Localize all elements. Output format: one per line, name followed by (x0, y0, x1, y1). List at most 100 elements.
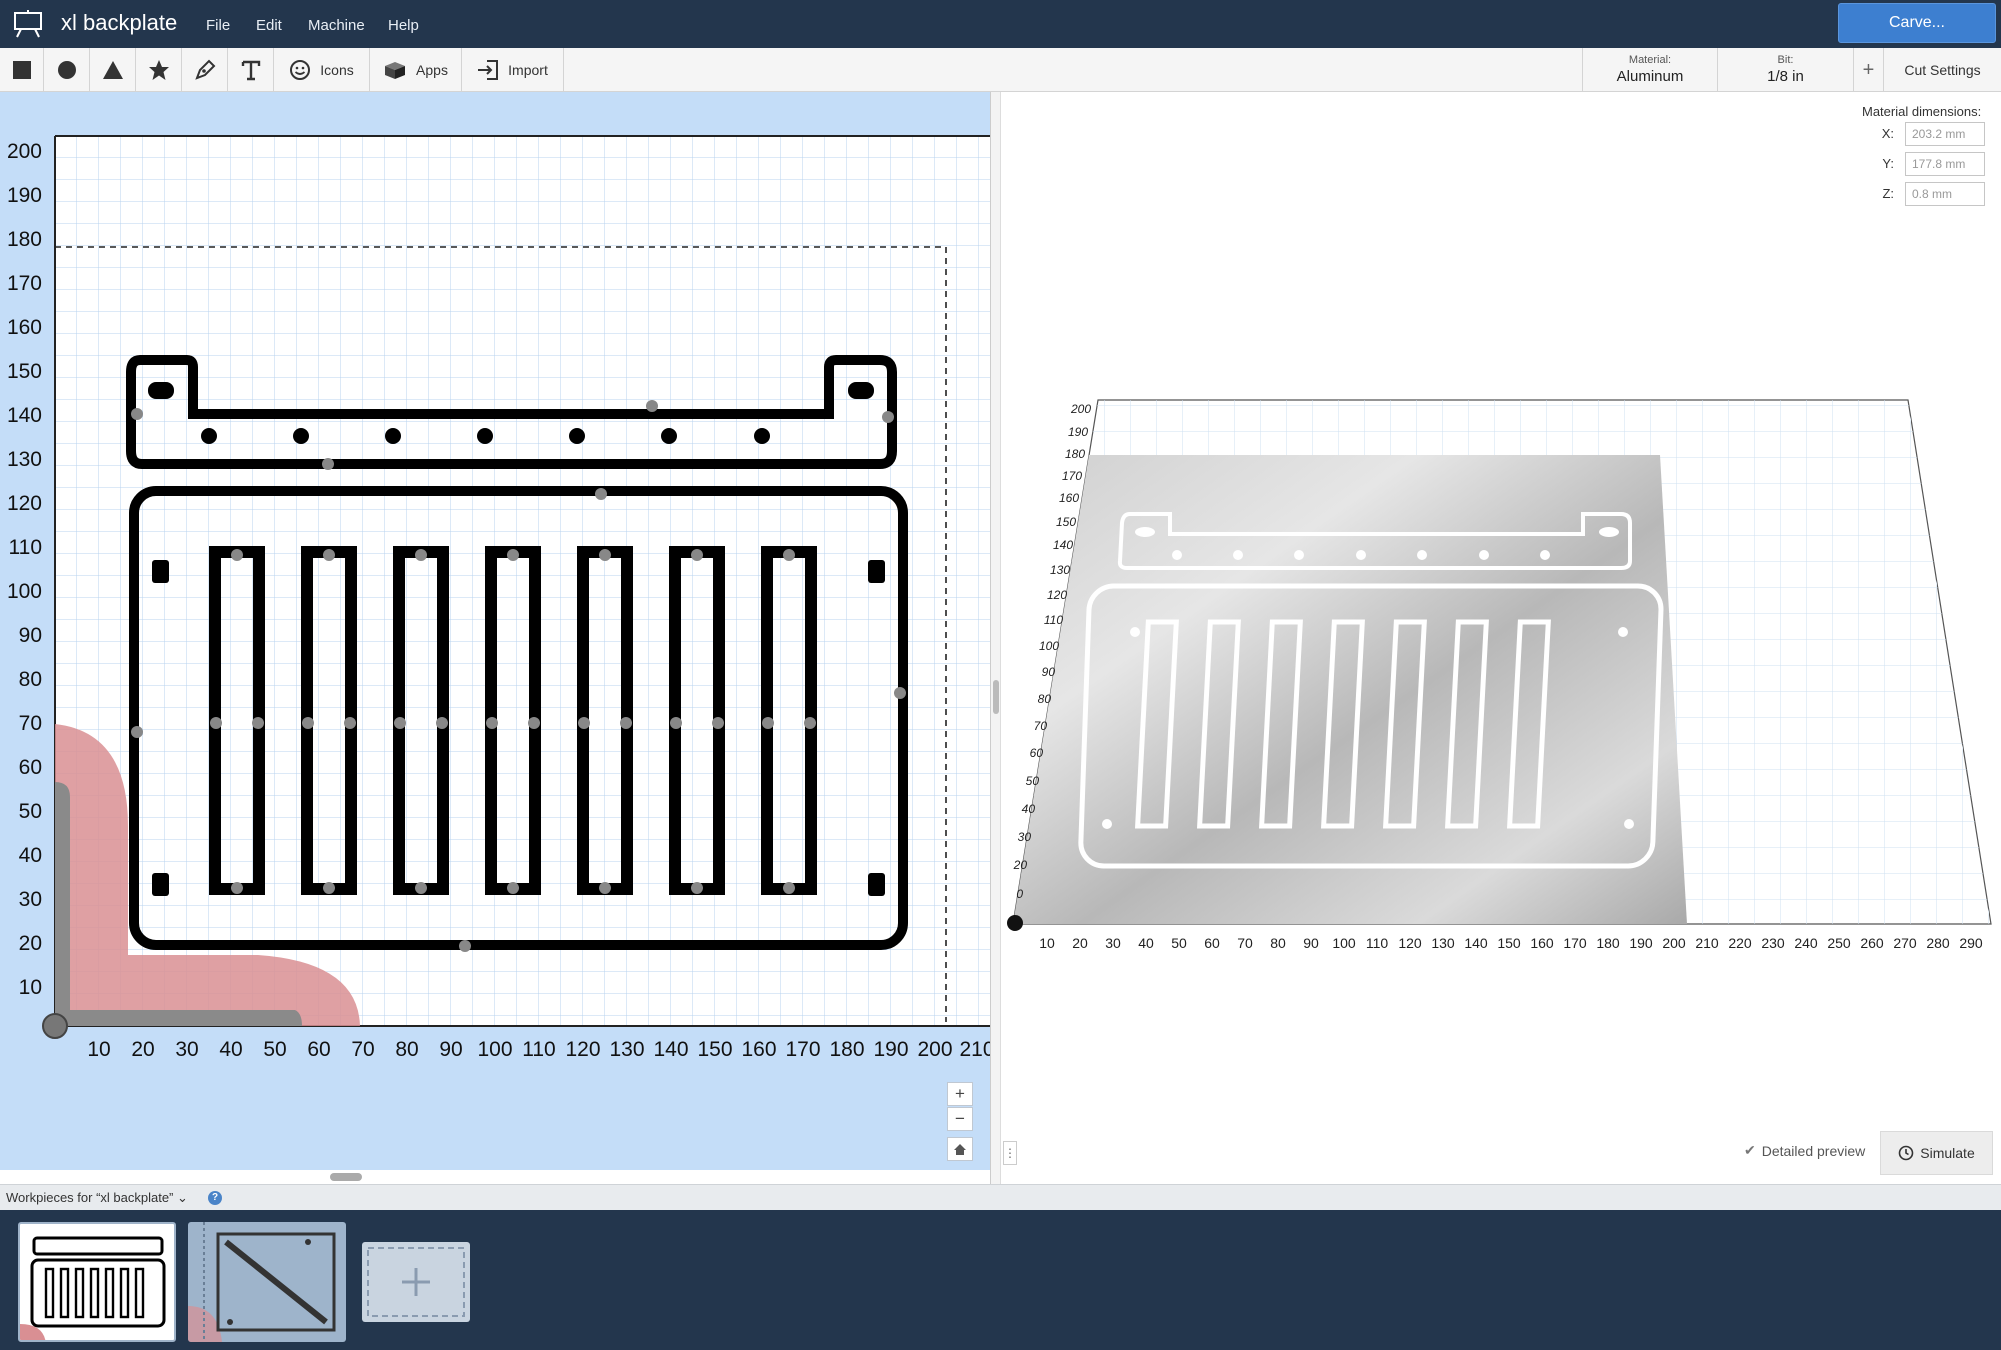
simulate-label: Simulate (1920, 1145, 1975, 1161)
preview-x-labels: 10 20 30 40 50 60 70 80 90 100 110 120 1… (1039, 935, 1983, 951)
dim-y-label: Y: (1882, 156, 1894, 171)
preview-y-tick: 80 (1038, 692, 1052, 706)
preview-y-tick: 200 (1070, 402, 1091, 416)
3d-preview[interactable]: 10 20 30 40 50 60 70 80 90 100 110 120 1… (1001, 380, 2001, 960)
menu-machine[interactable]: Machine (308, 17, 365, 34)
x-tick: 190 (873, 1038, 908, 1061)
icons-tool[interactable]: Icons (274, 48, 370, 92)
x-tick: 150 (697, 1038, 732, 1061)
preview-y-tick: 40 (1022, 802, 1036, 816)
material-x-input[interactable] (1905, 122, 1985, 146)
menu-file[interactable]: File (206, 17, 230, 34)
y-axis-labels: 200 190 180 170 160 150 140 130 120 110 … (7, 140, 42, 999)
preview-x-tick: 20 (1072, 935, 1088, 951)
detailed-preview-toggle[interactable]: ✔ Detailed preview (1744, 1142, 1865, 1159)
preview-y-tick: 90 (1042, 665, 1056, 679)
zoom-out-button[interactable]: − (947, 1107, 973, 1131)
circle-tool[interactable] (44, 48, 90, 92)
design-canvas-svg[interactable]: 200 190 180 170 160 150 140 130 120 110 … (0, 92, 990, 1170)
square-tool[interactable] (0, 48, 44, 92)
text-tool[interactable] (228, 48, 274, 92)
simulate-button[interactable]: Simulate (1880, 1131, 1993, 1175)
home-icon (954, 1143, 966, 1155)
preview-x-tick: 160 (1530, 935, 1554, 951)
workpiece-thumbnail-2[interactable] (188, 1222, 346, 1342)
workpiece-thumbnail-backplate[interactable] (18, 1222, 176, 1342)
bit-selector[interactable]: Bit: 1/8 in (1718, 48, 1854, 92)
add-bit-button[interactable]: + (1854, 48, 1884, 92)
star-tool[interactable] (136, 48, 182, 92)
origin-marker[interactable] (42, 1013, 68, 1039)
y-tick: 200 (7, 140, 42, 163)
preview-y-tick: 100 (1039, 639, 1059, 653)
preview-x-tick: 150 (1497, 935, 1521, 951)
help-icon[interactable]: ? (208, 1191, 222, 1205)
x-tick: 80 (395, 1038, 418, 1061)
x-tick: 40 (219, 1038, 242, 1061)
preview-x-tick: 200 (1662, 935, 1686, 951)
y-tick: 170 (7, 272, 42, 295)
detailed-preview-label: Detailed preview (1761, 1142, 1866, 1159)
dim-z-row: Z: (1880, 186, 1894, 201)
pane-divider-handle[interactable] (993, 680, 999, 714)
preview-y-tick: 30 (1018, 830, 1032, 844)
preview-options-handle[interactable]: ⋮ (1003, 1141, 1017, 1165)
workpieces-title: Workpieces for “xl backplate” (6, 1190, 174, 1205)
import-tool[interactable]: Import (462, 48, 564, 92)
x-tick: 130 (609, 1038, 644, 1061)
x-tick: 20 (131, 1038, 154, 1061)
material-z-input[interactable] (1905, 182, 1985, 206)
x-axis-labels: 10 20 30 40 50 60 70 80 90 100 110 120 1… (87, 1038, 990, 1061)
preview-x-tick: 90 (1303, 935, 1319, 951)
preview-x-tick: 280 (1926, 935, 1950, 951)
add-workpiece-button[interactable] (362, 1242, 470, 1322)
workpieces-label[interactable]: Workpieces for “xl backplate” ⌄ (6, 1190, 188, 1206)
apps-tool[interactable]: Apps (370, 48, 462, 92)
preview-x-tick: 130 (1431, 935, 1455, 951)
preview-x-tick: 240 (1794, 935, 1818, 951)
menu-edit[interactable]: Edit (256, 17, 282, 34)
y-tick: 40 (19, 844, 42, 867)
y-tick: 50 (19, 800, 42, 823)
x-tick: 30 (175, 1038, 198, 1061)
home-view-button[interactable] (947, 1137, 973, 1161)
carve-button[interactable]: Carve... (1838, 3, 1996, 43)
preview-x-tick: 180 (1596, 935, 1620, 951)
preview-x-tick: 270 (1893, 935, 1917, 951)
material-y-input[interactable] (1905, 152, 1985, 176)
triangle-tool[interactable] (90, 48, 136, 92)
bit-caption: Bit: (1777, 54, 1794, 66)
pen-tool[interactable] (182, 48, 228, 92)
preview-x-tick: 70 (1237, 935, 1253, 951)
smiley-icon (290, 60, 311, 80)
preview-y-tick: 0 (1016, 887, 1023, 901)
x-tick: 100 (477, 1038, 512, 1061)
cut-settings-button[interactable]: Cut Settings (1884, 48, 2001, 92)
preview-y-tick: 130 (1050, 563, 1070, 577)
x-tick: 170 (785, 1038, 820, 1061)
x-tick: 110 (522, 1038, 555, 1061)
design-canvas[interactable]: 200 190 180 170 160 150 140 130 120 110 … (0, 92, 990, 1170)
y-tick: 180 (7, 228, 42, 251)
preview-x-tick: 40 (1138, 935, 1154, 951)
dim-z-label: Z: (1882, 186, 1894, 201)
zoom-in-button[interactable]: + (947, 1082, 973, 1106)
preview-x-tick: 250 (1827, 935, 1851, 951)
horizontal-scrollbar[interactable] (330, 1173, 362, 1181)
easel-logo-icon[interactable] (12, 10, 44, 38)
preview-y-tick: 20 (1013, 858, 1028, 872)
preview-x-tick: 220 (1728, 935, 1752, 951)
preview-y-tick: 160 (1059, 491, 1079, 505)
preview-x-tick: 140 (1464, 935, 1488, 951)
icons-label: Icons (320, 62, 354, 78)
preview-y-tick: 120 (1047, 588, 1067, 602)
project-title[interactable]: xl backplate (61, 10, 177, 36)
pane-divider[interactable] (990, 92, 1001, 1184)
top-bar: xl backplate File Edit Machine Help Carv… (0, 0, 2001, 48)
x-tick: 120 (565, 1038, 600, 1061)
menu-help[interactable]: Help (388, 17, 419, 34)
workpiece-thumb-art-2 (188, 1222, 336, 1342)
dim-x-row: X: (1880, 126, 1894, 141)
preview-y-tick: 110 (1044, 613, 1063, 627)
material-selector[interactable]: Material: Aluminum (1582, 48, 1718, 92)
